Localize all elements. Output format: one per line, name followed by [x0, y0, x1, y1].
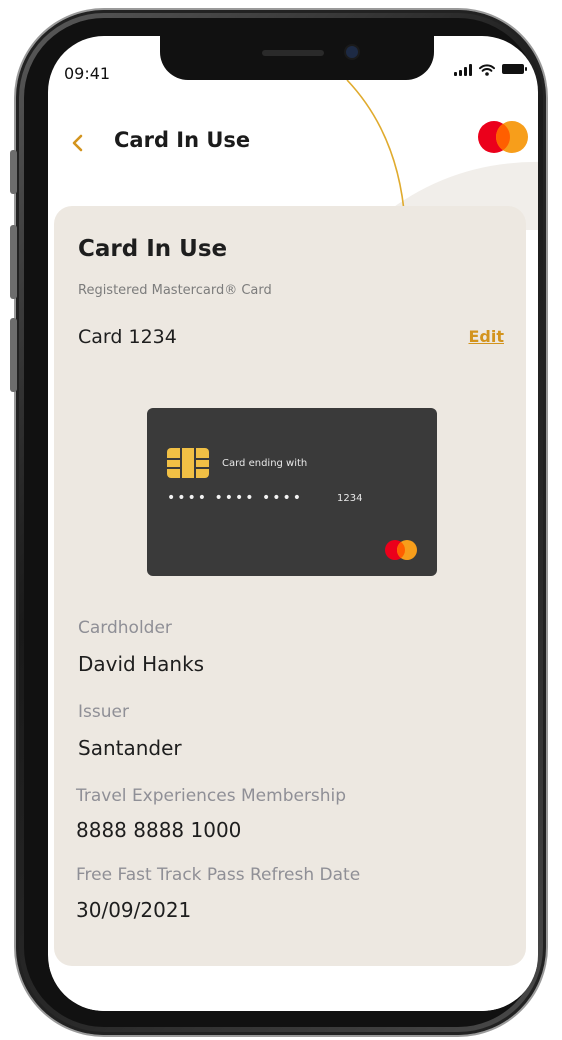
- volume-up-button: [10, 225, 17, 299]
- page-title: Card In Use: [114, 128, 251, 152]
- volume-down-button: [10, 318, 17, 392]
- card-last-digits: 1234: [337, 493, 363, 504]
- battery-icon: [502, 64, 527, 74]
- status-time: 09:41: [64, 64, 111, 83]
- notch: [160, 36, 434, 80]
- cardholder-value: David Hanks: [78, 652, 205, 676]
- mastercard-logo: [385, 540, 417, 560]
- speaker-grille: [262, 50, 324, 56]
- front-camera: [346, 46, 358, 58]
- card-name: Card 1234: [78, 326, 177, 348]
- masked-card-number: •••• •••• ••••: [167, 490, 303, 506]
- section-title: Card In Use: [78, 236, 228, 262]
- membership-label: Travel Experiences Membership: [76, 786, 347, 806]
- card-in-use-panel: Card In Use Registered Mastercard® Card …: [54, 206, 526, 966]
- edit-link[interactable]: Edit: [468, 327, 504, 346]
- signal-icon: [454, 64, 472, 76]
- chip-icon: [167, 448, 209, 478]
- mastercard-logo: [478, 121, 528, 153]
- refresh-date-label: Free Fast Track Pass Refresh Date: [76, 865, 361, 885]
- cardholder-label: Cardholder: [78, 618, 172, 638]
- wifi-icon: [479, 64, 495, 76]
- membership-value: 8888 8888 1000: [76, 818, 242, 842]
- card-ending-label: Card ending with: [222, 458, 308, 469]
- card-visual: Card ending with •••• •••• •••• 1234: [147, 408, 437, 576]
- issuer-value: Santander: [78, 736, 182, 760]
- bottom-area: [48, 966, 538, 1011]
- refresh-date-value: 30/09/2021: [76, 898, 192, 922]
- back-chevron-icon[interactable]: [68, 128, 86, 158]
- status-icons: [454, 64, 527, 76]
- mute-switch: [10, 150, 17, 194]
- issuer-label: Issuer: [78, 702, 129, 722]
- phone-screen: 09:41 Card In Use Card In Use Registered…: [48, 36, 538, 1011]
- section-subtitle: Registered Mastercard® Card: [78, 283, 272, 298]
